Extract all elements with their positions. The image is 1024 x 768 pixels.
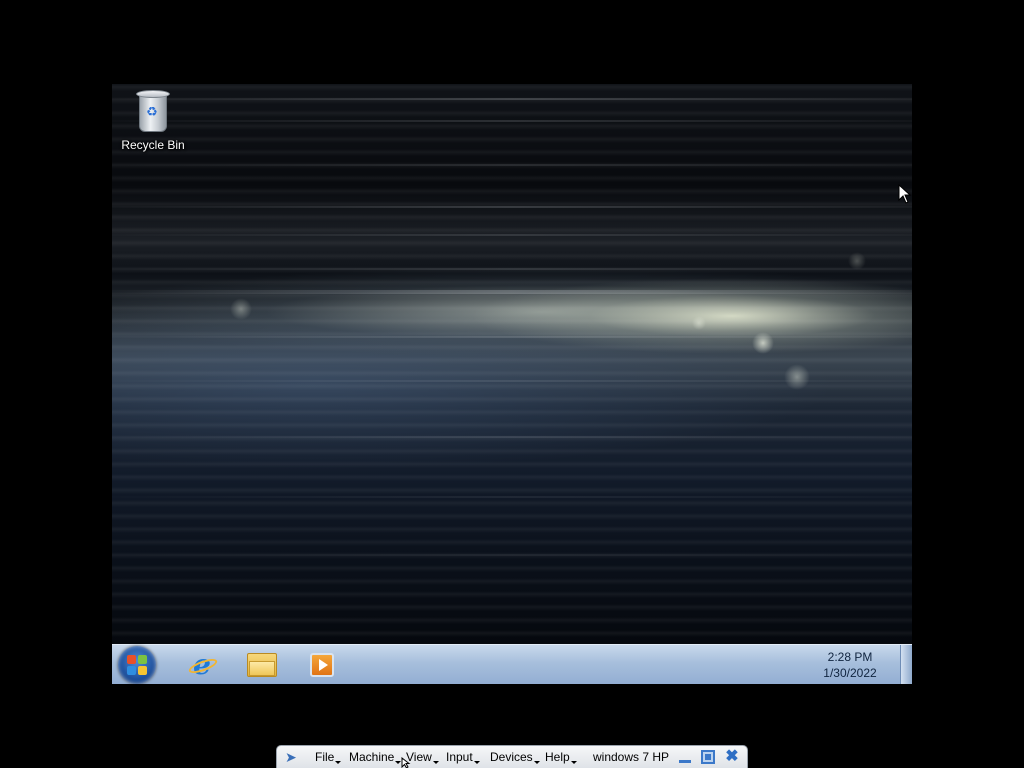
clock-date: 1/30/2022 — [823, 666, 877, 680]
folder-icon — [247, 653, 277, 677]
desktop-icon-recycle-bin[interactable]: ♻ Recycle Bin — [118, 90, 188, 160]
guest-screen[interactable]: ♻ Recycle Bin e 2:28 PM 1/30/2022 — [112, 84, 912, 684]
dropdown-caret-icon — [335, 761, 342, 764]
wallpaper-streak — [112, 268, 912, 270]
virtualbox-mini-toolbar: ➤ File Machine View Input Devices Help w… — [276, 745, 748, 768]
internet-explorer-icon: e — [187, 651, 219, 679]
pushpin-icon[interactable]: ➤ — [285, 749, 301, 765]
recycle-bin-icon: ♻ — [136, 90, 170, 134]
wallpaper-streak — [112, 436, 912, 438]
menu-input[interactable]: Input — [446, 750, 480, 764]
taskbar-pin-media-player[interactable] — [294, 647, 350, 683]
dropdown-caret-icon — [533, 761, 540, 764]
start-button[interactable] — [118, 646, 156, 684]
dropdown-caret-icon — [570, 761, 577, 764]
wallpaper-streak — [112, 290, 912, 294]
mouse-pointer-icon — [898, 183, 912, 204]
wallpaper-streak — [112, 336, 912, 338]
wallpaper-streak — [112, 120, 912, 122]
wallpaper-streak — [112, 164, 912, 166]
taskbar: e 2:28 PM 1/30/2022 — [112, 644, 912, 684]
show-desktop-button[interactable] — [900, 645, 912, 684]
wallpaper-streak — [112, 554, 912, 556]
wallpaper-streak — [112, 496, 912, 498]
wallpaper-streak — [112, 234, 912, 236]
menu-machine[interactable]: Machine — [349, 750, 402, 764]
menu-devices[interactable]: Devices — [490, 750, 540, 764]
clock-time: 2:28 PM — [827, 650, 873, 664]
dropdown-caret-icon — [473, 761, 480, 764]
host-mouse-pointer-icon — [401, 757, 411, 768]
taskbar-clock[interactable]: 2:28 PM 1/30/2022 — [810, 649, 890, 681]
wallpaper-bokeh — [692, 316, 706, 330]
wallpaper-streak — [112, 98, 912, 100]
wallpaper-bokeh — [230, 298, 252, 320]
wallpaper-streak — [112, 206, 912, 208]
vm-name-label: windows 7 HP — [593, 750, 670, 764]
desktop-wallpaper[interactable]: ♻ Recycle Bin — [112, 84, 912, 644]
recycle-bin-label: Recycle Bin — [121, 138, 185, 152]
restore-icon[interactable] — [701, 750, 715, 764]
wallpaper-bokeh — [784, 364, 810, 390]
taskbar-pin-windows-explorer[interactable] — [234, 647, 290, 683]
minimize-icon[interactable] — [678, 750, 692, 764]
menu-file[interactable]: File — [315, 750, 342, 764]
menu-help[interactable]: Help — [545, 750, 577, 764]
dropdown-caret-icon — [432, 761, 439, 764]
wallpaper-bokeh — [752, 332, 774, 354]
windows-logo-icon — [127, 655, 136, 664]
close-icon[interactable]: ✖ — [725, 749, 739, 765]
taskbar-pin-internet-explorer[interactable]: e — [174, 647, 230, 683]
wallpaper-bokeh — [848, 252, 866, 270]
media-player-icon — [310, 653, 334, 677]
